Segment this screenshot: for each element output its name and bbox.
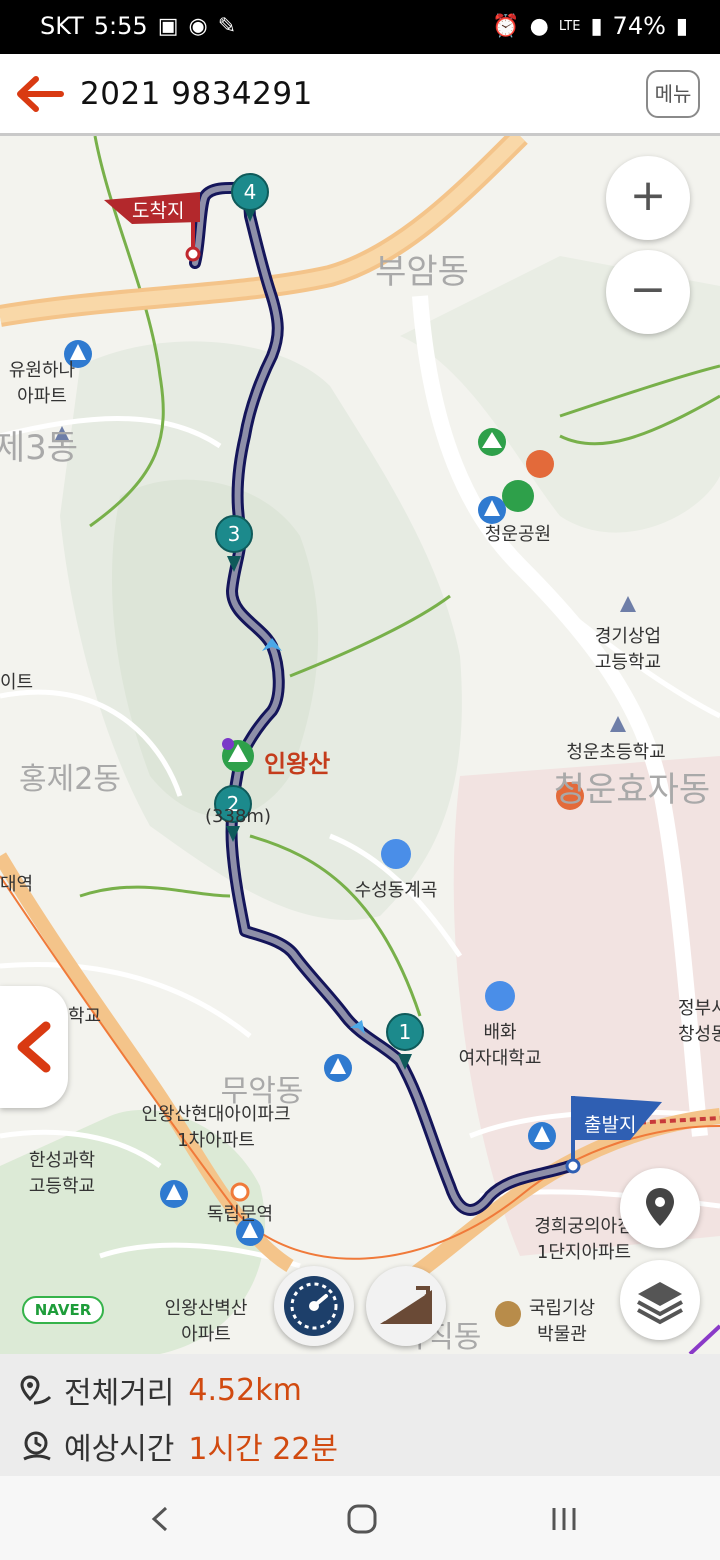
place-label: 인왕산벽산 아파트 xyxy=(164,1298,248,1345)
place-label: 인왕산현대아이파크 1차아파트 xyxy=(141,1104,291,1151)
region-label: 제3동 xyxy=(0,428,79,468)
start-flag-label: 출발지 xyxy=(584,1114,637,1136)
header: 2021 9834291 메뉴 xyxy=(0,54,720,136)
place-label: 배화 여자대학교 xyxy=(458,1022,542,1069)
place-label: 유원하나 아파트 xyxy=(8,360,76,407)
place-label: 청운초등학교 xyxy=(566,742,666,763)
place-label: 학교 xyxy=(68,1006,102,1027)
page-title: 2021 9834291 xyxy=(80,76,313,112)
battery-icon: ▮ xyxy=(675,13,688,39)
network-type: LTE xyxy=(558,18,581,34)
place-label: 정부서울 창성동 xyxy=(678,998,720,1045)
region-label: 부암동 xyxy=(375,252,469,292)
park-icon xyxy=(502,480,534,512)
compass-button[interactable] xyxy=(274,1266,354,1346)
valley-icon xyxy=(381,839,411,869)
summit-icon xyxy=(222,738,234,750)
back-nav-icon[interactable] xyxy=(146,1502,176,1536)
location-icon: ● xyxy=(529,13,549,39)
waypoint-label[interactable]: 3 xyxy=(228,522,241,546)
estimated-time-icon xyxy=(23,1431,51,1461)
place-label: 대역 xyxy=(0,874,34,895)
place-label: 국립기상 박물관 xyxy=(528,1298,596,1345)
landmark-icon xyxy=(526,450,554,478)
mountain-elevation: (338m) xyxy=(205,806,271,827)
system-nav-bar xyxy=(0,1476,720,1560)
carrier: SKT xyxy=(40,12,84,40)
place-label: 청운공원 xyxy=(484,524,552,545)
school-icon xyxy=(620,596,636,612)
place-label: 한성과학 고등학교 xyxy=(28,1150,96,1197)
region-label: 청운효자동 xyxy=(553,770,711,810)
speedometer-icon xyxy=(284,1276,344,1336)
time-label: 예상시간 xyxy=(64,1432,175,1467)
layers-icon xyxy=(637,1282,683,1325)
place-label: 경기상업 고등학교 xyxy=(594,626,662,673)
zoom-in-button[interactable]: + xyxy=(606,156,690,240)
distance-row: 전체거리 4.52km xyxy=(20,1368,302,1412)
mountain-name: 인왕산 xyxy=(264,750,331,778)
distance-label: 전체거리 xyxy=(64,1376,175,1411)
notification-icon: ▣ xyxy=(157,13,179,39)
map-layers-button[interactable] xyxy=(620,1260,700,1340)
time-value: 1시간 22분 xyxy=(188,1432,339,1467)
distance-value: 4.52km xyxy=(188,1372,302,1408)
waypoint-label[interactable]: 4 xyxy=(244,180,257,204)
university-icon xyxy=(485,981,515,1011)
place-label: 수성동계곡 xyxy=(354,880,438,901)
school-icon xyxy=(610,716,626,732)
end-flag-label: 도착지 xyxy=(132,200,185,222)
slope-icon xyxy=(380,1286,432,1324)
app-icon: ◉ xyxy=(188,13,208,39)
place-label: 독립문역 xyxy=(206,1204,274,1225)
elevation-profile-button[interactable] xyxy=(366,1266,446,1346)
back-arrow-icon[interactable] xyxy=(14,74,64,114)
clock: 5:55 xyxy=(93,12,148,40)
route-distance-icon xyxy=(20,1375,52,1405)
station-icon xyxy=(230,1182,250,1202)
signal-icon: ▮ xyxy=(590,13,603,39)
alarm-icon: ⏰ xyxy=(492,13,520,39)
naver-logo: NAVER xyxy=(22,1296,104,1324)
home-nav-icon[interactable] xyxy=(344,1502,380,1536)
location-pin-icon xyxy=(646,1188,674,1226)
map-view[interactable]: 4 3 2 1 도착지 출발지 부암동 제3동 홍제2동 무악동 청운효자동 사… xyxy=(0,136,720,1354)
recent-apps-icon[interactable] xyxy=(546,1502,582,1536)
zoom-out-button[interactable]: − xyxy=(606,250,690,334)
status-bar: SKT 5:55 ▣ ◉ ✎ ⏰ ● LTE ▮ 74% ▮ xyxy=(0,0,720,54)
pen-icon: ✎ xyxy=(217,13,237,39)
route-summary: 전체거리 4.52km 예상시간 1시간 22분 xyxy=(0,1354,720,1476)
battery-level: 74% xyxy=(612,12,666,40)
waypoint-label[interactable]: 1 xyxy=(399,1020,412,1044)
place-label: 경희궁의아침 1단지아파트 xyxy=(534,1216,634,1263)
museum-icon xyxy=(495,1301,521,1327)
place-label: 이트 xyxy=(0,672,34,693)
time-row: 예상시간 1시간 22분 xyxy=(20,1424,338,1468)
chevron-left-icon xyxy=(17,1021,51,1073)
side-panel-toggle[interactable] xyxy=(0,986,68,1108)
menu-button[interactable]: 메뉴 xyxy=(646,70,700,118)
region-label: 홍제2동 xyxy=(19,762,121,797)
my-location-button[interactable] xyxy=(620,1168,700,1248)
